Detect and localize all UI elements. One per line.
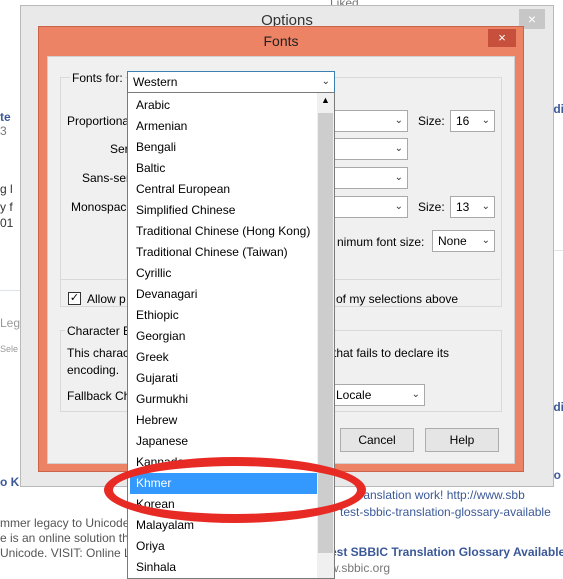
allow-pages-checkbox[interactable]: ✓ — [68, 292, 81, 305]
size-value: 16 — [456, 114, 470, 128]
fonts-for-label: Fonts for: — [70, 71, 125, 85]
dropdown-item[interactable]: Gurmukhi — [130, 389, 318, 410]
size-label: Size: — [418, 114, 445, 128]
bg-link-title[interactable]: est SBBIC Translation Glossary Available — [330, 545, 563, 559]
min-font-size-select[interactable]: None ⌄ — [432, 230, 495, 252]
dropdown-item[interactable]: Traditional Chinese (Taiwan) — [130, 242, 318, 263]
min-font-size-label: nimum font size: — [337, 235, 425, 249]
dropdown-item[interactable]: Greek — [130, 347, 318, 368]
fonts-close-button[interactable]: × — [488, 29, 516, 47]
bg-fragment: g l — [0, 182, 13, 196]
fonts-for-select[interactable]: Western ⌄ — [127, 71, 335, 93]
min-font-size-value: None — [438, 234, 467, 248]
dropdown-item[interactable]: Hebrew — [130, 410, 318, 431]
dropdown-item[interactable]: Georgian — [130, 326, 318, 347]
dropdown-item[interactable]: Central European — [130, 179, 318, 200]
monospace-font-select[interactable]: ⌄ — [330, 196, 408, 218]
highlight-ellipse — [104, 457, 366, 523]
bg-post-text: Unicode. VISIT: Online Leg — [0, 546, 145, 560]
proportional-size-select[interactable]: 16 ⌄ — [450, 110, 495, 132]
dropdown-item[interactable]: Ethiopic — [130, 305, 318, 326]
dropdown-item[interactable]: Gujarati — [130, 368, 318, 389]
bg-fragment: 01 — [0, 216, 14, 230]
character-encoding-desc: This charact — [67, 346, 133, 360]
size-value: 13 — [456, 200, 470, 214]
dropdown-item[interactable]: Traditional Chinese (Hong Kong) — [130, 221, 318, 242]
dropdown-item[interactable]: Armenian — [130, 116, 318, 137]
character-encoding-desc-2: encoding. — [67, 363, 120, 377]
bg-fragment: y f — [0, 200, 13, 214]
size-label: Size: — [418, 200, 445, 214]
proportional-label: Proportional — [67, 114, 132, 128]
allow-pages-label-tail: of my selections above — [336, 292, 459, 306]
bg-fragment: Leg — [0, 316, 21, 330]
monospace-size-select[interactable]: 13 ⌄ — [450, 196, 495, 218]
bg-fragment: 3 — [0, 124, 7, 138]
serif-font-select[interactable]: ⌄ — [330, 138, 408, 160]
bg-link[interactable]: test-sbbic-translation-glossary-availabl… — [340, 505, 551, 519]
dropdown-item[interactable]: Bengali — [130, 137, 318, 158]
bg-fragment: Sele — [0, 344, 19, 354]
fonts-for-value: Western — [133, 75, 178, 89]
bg-divider — [0, 290, 20, 291]
fallback-encoding-select[interactable]: Locale ⌄ — [330, 384, 425, 406]
help-button[interactable]: Help — [425, 428, 499, 452]
fallback-encoding-label: Fallback Ch — [67, 389, 131, 403]
sans-serif-label: Sans-seri — [82, 171, 133, 185]
character-encoding-desc-tail: that fails to declare its — [333, 346, 450, 360]
bg-link[interactable]: translation work! http://www.sbb — [356, 488, 525, 502]
bg-fragment: te — [0, 110, 11, 124]
dropdown-item[interactable]: Devanagari — [130, 284, 318, 305]
bg-url: w.sbbic.org — [330, 561, 391, 575]
fallback-encoding-value: Locale — [336, 388, 372, 402]
dropdown-item[interactable]: Oriya — [130, 536, 318, 557]
dropdown-item[interactable]: Arabic — [130, 95, 318, 116]
sans-serif-font-select[interactable]: ⌄ — [330, 167, 408, 189]
dropdown-item[interactable]: Simplified Chinese — [130, 200, 318, 221]
scroll-up-arrow-icon[interactable]: ▲ — [317, 95, 334, 105]
dropdown-item[interactable]: Sinhala — [130, 557, 318, 578]
monospace-label: Monospace — [71, 200, 134, 214]
bg-link[interactable]: o K — [0, 475, 19, 489]
allow-pages-label: Allow p — [87, 292, 126, 306]
dropdown-item[interactable]: Cyrillic — [130, 263, 318, 284]
proportional-font-select[interactable]: ⌄ — [330, 110, 408, 132]
dropdown-item[interactable]: Baltic — [130, 158, 318, 179]
dropdown-item[interactable]: Japanese — [130, 431, 318, 452]
cancel-button[interactable]: Cancel — [340, 428, 414, 452]
fonts-dialog-title: Fonts — [263, 33, 299, 49]
